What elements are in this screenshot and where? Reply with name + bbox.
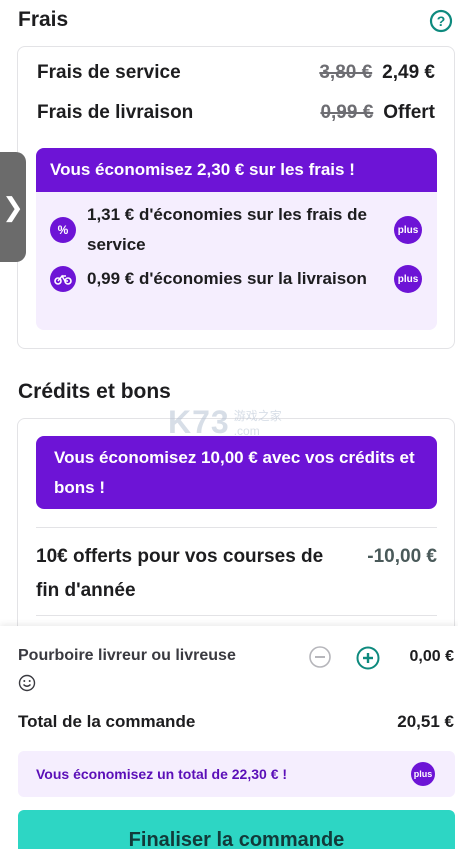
delivery-fee-old-price: 0,99 € (320, 102, 374, 123)
tip-label: Pourboire livreur ou livreuse (18, 647, 236, 664)
tip-decrease-button[interactable] (309, 646, 331, 668)
percent-icon: % (50, 217, 76, 243)
plus-badge-icon: plus (394, 265, 422, 293)
service-fee-old-price: 3,80 € (319, 62, 373, 83)
total-savings-text: Vous économisez un total de 22,30 € ! (36, 766, 288, 782)
watermark-domain: .com (233, 424, 260, 438)
delivery-fee-label: Frais de livraison (37, 102, 194, 123)
fees-section-title: Frais (18, 8, 69, 31)
watermark-logo: K73 游戏之家 .com (168, 404, 282, 441)
plus-badge-icon: plus (411, 762, 435, 786)
service-fee-label: Frais de service (37, 62, 181, 83)
smiley-icon (18, 674, 36, 692)
service-saving-text: 1,31 € d'économies sur les frais de serv… (87, 205, 367, 254)
delivery-saving-item: 0,99 € d'économies sur la livraison plus (50, 264, 422, 294)
svg-text:?: ? (437, 13, 446, 29)
divider (36, 615, 437, 616)
side-expand-tab[interactable]: ❯ (0, 152, 26, 262)
voucher-amount: -10,00 € (367, 546, 437, 567)
fees-savings-box: Vous économisez 2,30 € sur les frais ! %… (36, 148, 437, 330)
voucher-label: 10€ offerts pour vos courses de fin d'an… (36, 546, 324, 601)
divider (36, 527, 437, 528)
order-total-label: Total de la commande (18, 712, 196, 731)
plus-badge-icon: plus (394, 216, 422, 244)
chevron-right-icon: ❯ (2, 191, 24, 222)
watermark-subtext: 游戏之家 (233, 409, 282, 423)
order-footer: Pourboire livreur ou livreuse 0,00 € Tot… (0, 626, 458, 849)
voucher-row: 10€ offerts pour vos courses de fin d'an… (36, 540, 437, 608)
bicycle-icon (50, 266, 76, 292)
watermark-text: K73 (168, 404, 230, 440)
credits-section-title: Crédits et bons (18, 380, 171, 403)
fees-savings-header: Vous économisez 2,30 € sur les frais ! (36, 148, 437, 192)
order-total-value: 20,51 € (397, 712, 454, 731)
service-fee-row: Frais de service 3,80 € 2,49 € (37, 62, 435, 84)
total-savings-banner: Vous économisez un total de 22,30 € ! pl… (18, 751, 455, 797)
tip-value: 0,00 € (409, 648, 454, 665)
delivery-saving-text: 0,99 € d'économies sur la livraison (87, 269, 367, 288)
credits-savings-banner: Vous économisez 10,00 € avec vos crédits… (36, 436, 437, 509)
service-fee-new-price: 2,49 € (382, 62, 435, 83)
help-icon[interactable]: ? (429, 9, 453, 33)
delivery-fee-row: Frais de livraison 0,99 € Offert (37, 102, 435, 124)
service-saving-item: % 1,31 € d'économies sur les frais de se… (50, 200, 422, 260)
checkout-button[interactable]: Finaliser la commande (18, 810, 455, 849)
delivery-fee-new-price: Offert (383, 102, 435, 123)
tip-increase-button[interactable] (356, 646, 380, 670)
